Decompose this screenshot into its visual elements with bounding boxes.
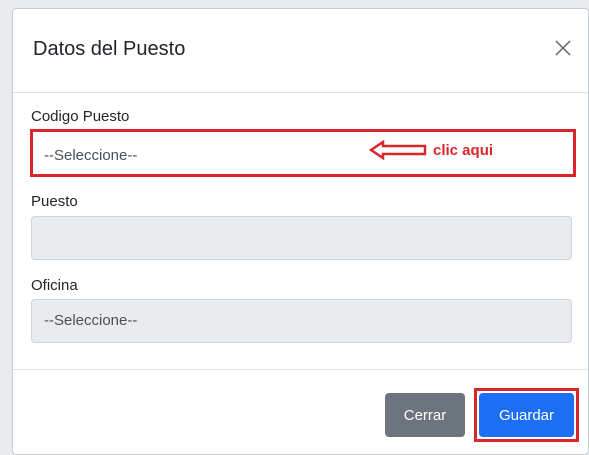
annotation-text: clic aqui [433,141,494,159]
left-arrow-icon [369,140,427,160]
cerrar-button[interactable]: Cerrar [385,393,465,437]
modal-footer: Cerrar Guardar [13,369,588,454]
codigo-puesto-highlight-box [30,129,576,177]
modal-title: Datos del Puesto [33,38,186,60]
puesto-label: Puesto [31,193,78,210]
modal-header: Datos del Puesto [13,9,588,93]
oficina-label: Oficina [31,277,78,294]
close-icon [555,40,571,56]
guardar-button[interactable]: Guardar [479,393,574,437]
puesto-input [31,216,572,260]
modal-dialog: Datos del Puesto Codigo Puesto --Selecci… [12,8,589,455]
oficina-select: --Seleccione-- [31,299,572,343]
codigo-puesto-label: Codigo Puesto [31,108,130,125]
close-button[interactable] [552,37,574,59]
annotation: clic aqui [369,140,493,160]
